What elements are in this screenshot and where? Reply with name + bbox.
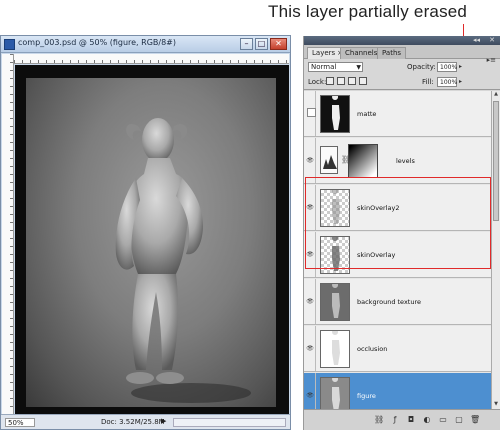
- layer-thumbnail: [320, 95, 350, 133]
- new-layer-icon[interactable]: ▢: [454, 415, 464, 425]
- figure-image: [26, 78, 276, 407]
- tab-channels-label: Channels: [345, 49, 378, 57]
- document-title: comp_003.psd @ 50% (figure, RGB/8#): [18, 38, 176, 47]
- eye-icon[interactable]: 👁: [305, 279, 316, 324]
- scroll-thumb[interactable]: [493, 101, 499, 221]
- opacity-field[interactable]: 100%: [437, 62, 457, 72]
- scroll-down-icon[interactable]: ▼: [492, 401, 500, 409]
- fill-field[interactable]: 100%: [437, 77, 457, 87]
- lock-controls: Lock: Fill: 100% ▸: [304, 75, 500, 90]
- horizontal-scrollbar[interactable]: [173, 418, 286, 427]
- layer-thumbnail: [320, 189, 350, 227]
- blend-mode-value: Normal: [311, 63, 337, 71]
- layer-thumbnail: [320, 236, 350, 274]
- layer-name: skinOverlay: [357, 251, 396, 259]
- scroll-up-icon[interactable]: ▲: [492, 91, 500, 99]
- layer-row-figure[interactable]: 👁 figure: [304, 373, 491, 409]
- dropdown-arrow-icon: ▼: [356, 64, 361, 71]
- fill-label: Fill:: [422, 78, 434, 86]
- trash-icon[interactable]: 🗑: [470, 415, 480, 425]
- minimize-button[interactable]: –: [240, 38, 253, 50]
- close-button[interactable]: ✕: [270, 38, 287, 50]
- figure-sculpture: [115, 118, 251, 403]
- layer-row-skinoverlay[interactable]: 👁 skinOverlay: [304, 232, 491, 278]
- layers-scrollbar[interactable]: ▲ ▼: [491, 91, 500, 409]
- panel-footer: ⛓ ƒ ◘ ◐ ▭ ▢ 🗑: [304, 409, 500, 430]
- tab-paths[interactable]: Paths: [377, 47, 407, 59]
- folder-icon[interactable]: ▭: [438, 415, 448, 425]
- collapse-icon[interactable]: ◂◂: [473, 36, 480, 44]
- vertical-ruler[interactable]: [2, 54, 14, 414]
- layers-panel: ◂◂ ✕ Layers× Channels Paths ▸≡ Normal ▼ …: [303, 36, 500, 430]
- lock-transparency-icon[interactable]: [326, 77, 334, 85]
- layer-thumbnail: [320, 330, 350, 368]
- link-icon[interactable]: ⛓: [374, 415, 384, 425]
- panel-tabs: Layers× Channels Paths ▸≡: [304, 45, 500, 64]
- fx-icon[interactable]: ƒ: [390, 415, 400, 425]
- eye-icon[interactable]: 👁: [305, 326, 316, 371]
- layer-name: matte: [357, 110, 377, 118]
- levels-adjustment-icon: [320, 146, 338, 174]
- fill-slider-arrow-icon[interactable]: ▸: [459, 78, 462, 85]
- eye-icon[interactable]: 👁: [305, 138, 316, 183]
- lock-position-icon[interactable]: [348, 77, 356, 85]
- layer-row-matte[interactable]: matte: [304, 91, 491, 137]
- eye-icon[interactable]: 👁: [305, 373, 316, 409]
- panel-close-icon[interactable]: ✕: [489, 36, 495, 44]
- layer-thumbnail: [320, 283, 350, 321]
- layer-thumbnail: [320, 377, 350, 409]
- eye-icon[interactable]: 👁: [305, 232, 316, 277]
- mask-icon[interactable]: ◘: [406, 415, 416, 425]
- callout-label: This layer partially erased: [268, 2, 468, 21]
- lock-all-icon[interactable]: [359, 77, 367, 85]
- layer-name: background texture: [357, 298, 421, 306]
- panel-header-bar[interactable]: ◂◂ ✕: [304, 36, 500, 45]
- tab-paths-label: Paths: [382, 49, 402, 57]
- layer-name: figure: [357, 392, 376, 400]
- maximize-button[interactable]: □: [255, 38, 268, 50]
- layer-row-background-texture[interactable]: 👁 background texture: [304, 279, 491, 325]
- lock-pixels-icon[interactable]: [337, 77, 345, 85]
- lock-label: Lock:: [308, 78, 327, 86]
- layer-name: occlusion: [357, 345, 388, 353]
- document-window: comp_003.psd @ 50% (figure, RGB/8#) – □ …: [0, 35, 291, 430]
- canvas[interactable]: [15, 65, 289, 414]
- photoshop-icon: [4, 39, 15, 50]
- layer-name: levels: [396, 157, 415, 165]
- opacity-label: Opacity:: [407, 63, 436, 71]
- opacity-slider-arrow-icon[interactable]: ▸: [459, 63, 462, 70]
- tab-layers-label: Layers: [312, 49, 336, 57]
- visibility-toggle[interactable]: [305, 91, 316, 136]
- layers-list: matte 👁 ⛓ levels 👁 skinOverlay2 👁 skinOv…: [304, 91, 500, 409]
- doc-size-info: Doc: 3.52M/25.8M: [101, 418, 165, 426]
- blend-controls: Normal ▼ Opacity: 100% ▸: [304, 60, 500, 75]
- layer-row-occlusion[interactable]: 👁 occlusion: [304, 326, 491, 372]
- layer-name: skinOverlay2: [357, 204, 400, 212]
- zoom-field[interactable]: 50%: [5, 418, 35, 427]
- status-menu-arrow-icon[interactable]: ▶: [161, 417, 166, 425]
- eye-icon[interactable]: 👁: [305, 185, 316, 230]
- horizontal-ruler[interactable]: [14, 54, 289, 64]
- layer-row-levels[interactable]: 👁 ⛓ levels: [304, 138, 491, 184]
- blend-mode-select[interactable]: Normal ▼: [308, 62, 363, 72]
- layer-mask-thumbnail[interactable]: [348, 144, 378, 178]
- document-titlebar[interactable]: comp_003.psd @ 50% (figure, RGB/8#) – □ …: [1, 36, 290, 53]
- document-statusbar: 50% Doc: 3.52M/25.8M ▶: [1, 414, 290, 429]
- adjustment-icon[interactable]: ◐: [422, 415, 432, 425]
- layer-row-skinoverlay2[interactable]: 👁 skinOverlay2: [304, 185, 491, 231]
